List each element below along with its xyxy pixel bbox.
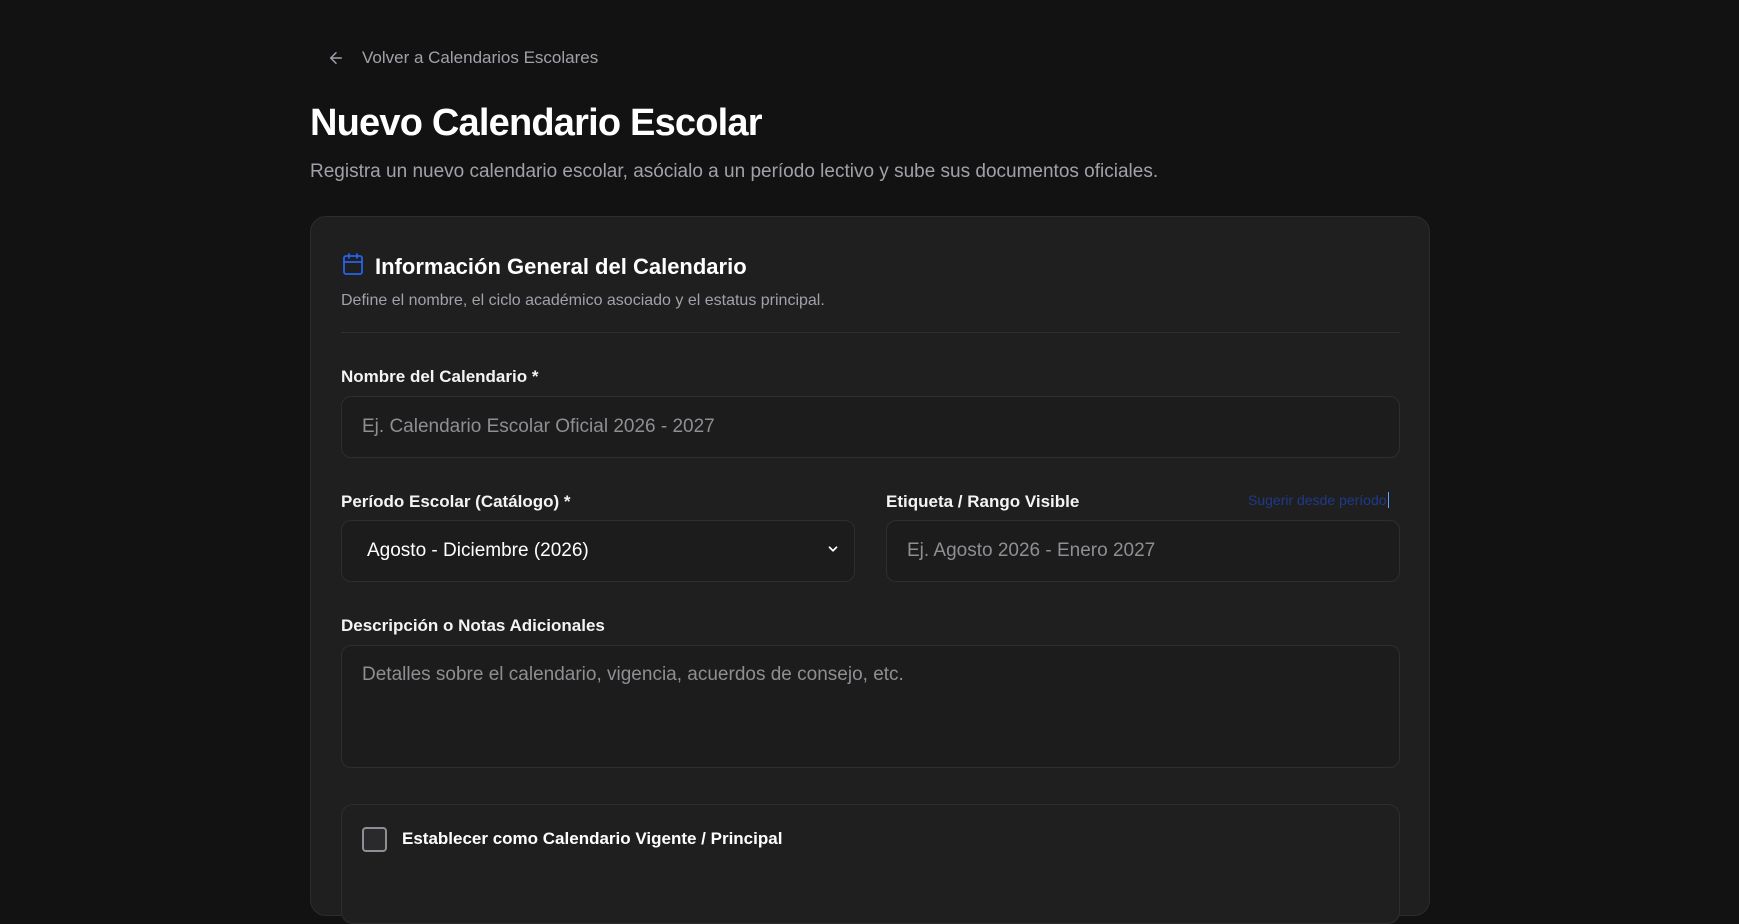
current-calendar-option: Establecer como Calendario Vigente / Pri… <box>341 804 1400 924</box>
back-link-label: Volver a Calendarios Escolares <box>362 48 599 67</box>
description-label: Descripción o Notas Adicionales <box>341 616 605 635</box>
section-divider <box>341 332 1400 333</box>
tag-input[interactable] <box>886 520 1400 582</box>
calendar-icon <box>341 252 365 281</box>
section-header: Información General del Calendario <box>341 252 747 281</box>
description-textarea[interactable] <box>341 645 1400 768</box>
period-select-value: Agosto - Diciembre (2026) <box>367 540 589 561</box>
general-info-card: Información General del Calendario Defin… <box>310 216 1430 924</box>
tag-label: Etiqueta / Rango Visible <box>886 492 1080 511</box>
calendar-name-input[interactable] <box>341 396 1400 458</box>
current-calendar-label[interactable]: Establecer como Calendario Vigente / Pri… <box>402 829 782 849</box>
arrow-left-icon <box>310 49 362 67</box>
calendar-name-label: Nombre del Calendario * <box>341 367 539 386</box>
section-title: Información General del Calendario <box>375 253 747 279</box>
chevron-down-icon <box>826 542 840 561</box>
section-description: Define el nombre, el ciclo académico aso… <box>341 292 825 309</box>
period-select[interactable]: Agosto - Diciembre (2026) <box>341 520 855 582</box>
current-calendar-checkbox[interactable] <box>362 827 387 852</box>
back-link[interactable]: Volver a Calendarios Escolares <box>310 44 598 72</box>
suggest-from-period-link[interactable]: Sugerir desde período <box>1248 492 1389 508</box>
period-label: Período Escolar (Catálogo) * <box>341 492 571 511</box>
page-subtitle: Registra un nuevo calendario escolar, as… <box>310 161 1159 182</box>
page-title: Nuevo Calendario Escolar <box>310 102 763 144</box>
